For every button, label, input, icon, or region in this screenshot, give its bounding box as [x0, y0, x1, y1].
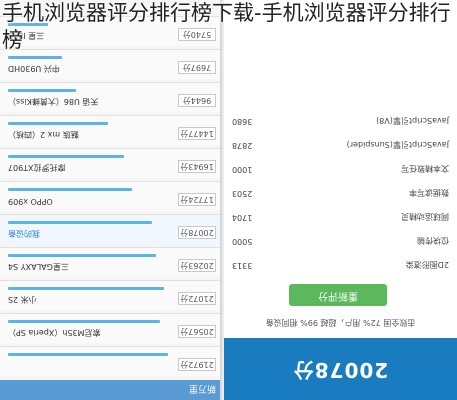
score-detail-row: JavaScript引擎(Sunspider) 2878 — [224, 136, 457, 154]
ranking-device-name: OPPO x909 — [8, 197, 53, 206]
score-detail-value: 2503 — [232, 189, 253, 198]
ranking-row[interactable]: 20263分 三星GALAXY S4 — [0, 247, 220, 277]
ranking-device-name: 中兴 U930HD — [8, 64, 60, 73]
score-detail-name: 网球运动精灵 — [401, 212, 449, 221]
page-title: 手机浏览器评分排行榜下载-手机浏览器评分排行榜 — [2, 1, 451, 52]
rescore-button[interactable]: 重新评分 — [289, 284, 387, 306]
ranking-row[interactable]: 9644分 天语 U86（大黄蜂Kiss） — [0, 82, 220, 112]
ranking-top-bar: 新万里 — [0, 380, 220, 400]
ranking-screen: 新万里 21972分 20567分 索尼M35h（Xperia SP） 21072分 小… — [0, 0, 222, 400]
score-detail-name: JavaScript引擎(Sunspider) — [346, 140, 449, 149]
score-screen-rotated: 20078分 击败全国 72% 用户，超越 99% 相同设备 重新评分 2D图形… — [224, 0, 457, 400]
ranking-score: 16943分 — [178, 160, 216, 173]
ranking-row[interactable]: 21072分 小米 2S — [0, 280, 220, 310]
total-score: 20078分 — [292, 358, 389, 382]
rank-stats-text: 击败全国 72% 用户，超越 99% 相同设备 — [265, 318, 416, 327]
score-detail-row: 文本精致任写 1000 — [224, 160, 457, 178]
ranking-score-bar — [8, 56, 62, 59]
ranking-row[interactable]: 14477分 魅族 mx 2（四核） — [0, 115, 220, 145]
ranking-device-name: 三星GALAXY S4 — [8, 262, 69, 271]
score-screen: 20078分 击败全国 72% 用户，超越 99% 相同设备 重新评分 2D图形… — [224, 0, 457, 400]
ranking-score: 9644分 — [178, 94, 216, 107]
ranking-row[interactable]: 21972分 — [0, 346, 220, 376]
ranking-score-bar — [8, 122, 108, 125]
ranking-row[interactable]: 17724分 OPPO x909 — [0, 181, 220, 211]
score-detail-value: 2878 — [232, 141, 253, 150]
ranking-score: 17724分 — [178, 193, 216, 206]
score-detail-name: JavaScript引擎(V8) — [376, 116, 449, 125]
ranking-device-name: 索尼M35h（Xperia SP） — [8, 328, 101, 337]
ranking-score-bar — [8, 353, 168, 356]
ranking-score: 20078分 — [178, 226, 216, 239]
ranking-score-bar — [8, 221, 152, 224]
ranking-list-rotated: 新万里 21972分 20567分 索尼M35h（Xperia SP） 21072分 小… — [0, 0, 220, 400]
score-detail-value: 3680 — [232, 117, 253, 126]
ranking-row[interactable]: 20078分 我的设备 — [0, 214, 220, 244]
score-detail-name: 位块传输 — [417, 236, 449, 245]
score-detail-value: 5000 — [232, 237, 253, 246]
ranking-score: 21072分 — [178, 292, 216, 305]
score-detail-value: 3313 — [232, 261, 253, 270]
score-detail-name: 2D图形渲染 — [405, 260, 449, 269]
score-detail-row: 网球运动精灵 1704 — [224, 208, 457, 226]
score-detail-value: 1000 — [232, 165, 253, 174]
ranking-score-bar — [8, 89, 76, 92]
ranking-score: 20263分 — [178, 259, 216, 272]
ranking-top-bar-text: 新万里 — [188, 383, 216, 393]
score-detail-name: 文本精致任写 — [401, 164, 449, 173]
ranking-score: 20567分 — [178, 325, 216, 338]
ranking-device-name: 我的设备 — [8, 229, 40, 238]
ranking-score-bar — [8, 254, 156, 257]
score-detail-row: 数据读写率 2503 — [224, 184, 457, 202]
ranking-row[interactable]: 16943分 摩托罗拉XT907 — [0, 148, 220, 178]
ranking-score-bar — [8, 287, 164, 290]
ranking-row[interactable]: 20567分 索尼M35h（Xperia SP） — [0, 313, 220, 343]
ranking-score: 14477分 — [178, 127, 216, 140]
ranking-device-name: 魅族 mx 2（四核） — [8, 130, 79, 139]
ranking-score-bar — [8, 320, 160, 323]
score-detail-row: JavaScript引擎(V8) 3680 — [224, 112, 457, 130]
score-detail-row: 2D图形渲染 3313 — [224, 256, 457, 274]
ranking-device-name: 天语 U86（大黄蜂Kiss） — [8, 97, 99, 106]
ranking-device-name: 摩托罗拉XT907 — [8, 163, 66, 172]
ranking-score-bar — [8, 188, 132, 191]
ranking-score: 7697分 — [178, 61, 216, 74]
ranking-score: 21972分 — [178, 358, 216, 371]
ranking-score-bar — [8, 155, 124, 158]
score-detail-row: 位块传输 5000 — [224, 232, 457, 250]
score-detail-name: 数据读写率 — [409, 188, 449, 197]
score-header: 20078分 — [224, 338, 457, 400]
ranking-device-name: 小米 2S — [8, 295, 37, 304]
score-detail-value: 1704 — [232, 213, 253, 222]
